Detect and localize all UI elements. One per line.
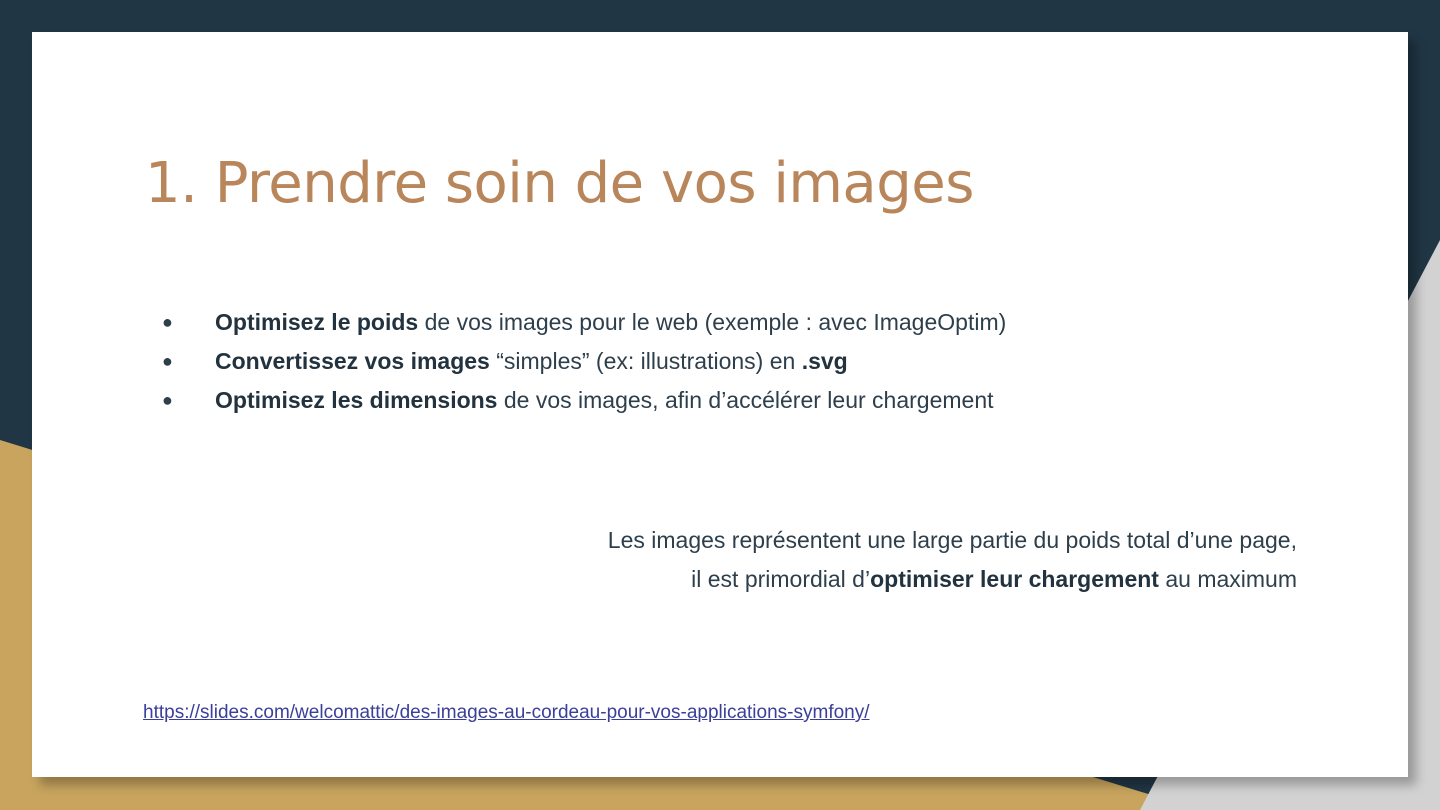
bullet-dot-icon: ● xyxy=(162,351,173,371)
bullet-dot-icon: ● xyxy=(162,390,173,410)
quote-line-2-prefix: il est primordial d’ xyxy=(691,566,871,592)
quote-line-1: Les images représentent une large partie… xyxy=(607,527,1297,553)
quote-block: Les images représentent une large partie… xyxy=(608,521,1297,599)
slide-card: 1. Prendre soin de vos images ● Optimise… xyxy=(32,32,1408,777)
source-link[interactable]: https://slides.com/welcomattic/des-image… xyxy=(143,700,870,726)
bullet-item: ● Convertissez vos images “simples” (ex:… xyxy=(162,342,1006,381)
quote-line-2: il est primordial d’optimiser leur charg… xyxy=(608,560,1297,599)
bullet-bold-text: Optimisez les dimensions xyxy=(215,387,498,413)
bullet-text: de vos images pour le web (exemple : ave… xyxy=(418,309,1007,335)
slide-title: 1. Prendre soin de vos images xyxy=(145,151,974,216)
bullet-bold-extension: .svg xyxy=(801,348,848,374)
bullet-bold-text: Optimisez le poids xyxy=(215,309,419,335)
quote-line-2-suffix: au maximum xyxy=(1158,566,1297,592)
bullet-dot-icon: ● xyxy=(162,312,173,332)
bullet-text: de vos images, afin d’accélérer leur cha… xyxy=(497,387,994,413)
bullet-item: ● Optimisez le poids de vos images pour … xyxy=(162,303,1007,342)
quote-line-2-bold: optimiser leur chargement xyxy=(870,566,1159,592)
bullet-text: “simples” (ex: illustrations) en xyxy=(489,348,802,374)
bullet-list: ● Optimisez le poids de vos images pour … xyxy=(162,303,1007,420)
bullet-item: ● Optimisez les dimensions de vos images… xyxy=(162,381,1006,420)
bullet-bold-text: Convertissez vos images xyxy=(215,348,490,374)
slide-page: { "slide": { "title": "1. Prendre soin d… xyxy=(0,0,1440,810)
